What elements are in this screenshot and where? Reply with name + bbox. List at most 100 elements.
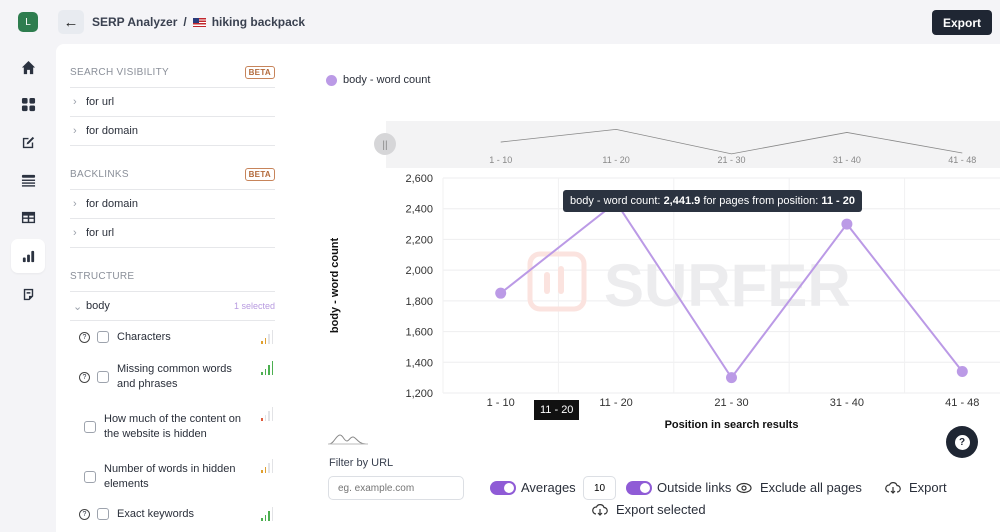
navigator-tick-label: 11 - 20 xyxy=(602,155,629,165)
filter-label: Filter by URL xyxy=(329,457,394,469)
x-tick-label: 41 - 48 xyxy=(945,397,979,409)
question-icon: ? xyxy=(954,434,970,450)
metric-label: Characters xyxy=(117,331,171,343)
navigator-tick-label: 31 - 40 xyxy=(833,155,861,165)
cloud-download-icon xyxy=(885,482,901,494)
rail-serp-analyzer[interactable] xyxy=(11,239,45,273)
chevron-right-icon: › xyxy=(73,227,77,239)
watermark-logo-bar xyxy=(544,272,550,294)
section-backlinks: BACKLINKS BETA xyxy=(70,160,275,190)
export-button[interactable]: Export xyxy=(932,10,992,35)
help-icon[interactable]: ? xyxy=(79,508,90,520)
metric-item[interactable]: ? Exact keywords xyxy=(70,501,275,527)
rail-table[interactable] xyxy=(11,200,45,234)
rail-notes[interactable] xyxy=(11,277,45,311)
metric-item[interactable]: Number of words in hidden elements xyxy=(70,453,275,501)
row-label: body xyxy=(86,300,110,312)
back-button[interactable]: ← xyxy=(58,10,84,34)
nav-rail: L xyxy=(0,0,56,532)
rail-list[interactable] xyxy=(11,163,45,197)
rail-dashboard[interactable] xyxy=(11,87,45,121)
top-bar: ← SERP Analyzer / hiking backpack Export xyxy=(56,0,1000,44)
navigator-tick-label: 41 - 48 xyxy=(948,155,976,165)
help-icon[interactable]: ? xyxy=(79,331,90,343)
y-tick-label: 2,400 xyxy=(405,204,433,216)
filter-url-input[interactable] xyxy=(328,476,464,500)
bar-chart-icon xyxy=(22,250,34,262)
y-tick-label: 1,200 xyxy=(405,388,433,400)
chevron-down-icon: ⌄ xyxy=(73,300,83,313)
breadcrumb-separator: / xyxy=(183,15,187,29)
outside-links-toggle[interactable] xyxy=(626,481,652,495)
x-axis-title: Position in search results xyxy=(665,419,799,431)
watermark-logo-bar xyxy=(558,266,564,294)
exclude-all-pages-button[interactable]: Exclude all pages xyxy=(760,480,862,495)
metric-checkbox[interactable] xyxy=(97,371,109,383)
x-axis-hover-label: 11 - 20 xyxy=(534,400,580,420)
tooltip-prefix: body - word count: xyxy=(570,195,661,207)
structure-group-body[interactable]: ⌄ body 1 selected xyxy=(70,292,275,321)
line-chart[interactable]: 1 - 1011 - 2021 - 3031 - 4041 - 48||||1,… xyxy=(308,44,1000,444)
x-tick-label: 1 - 10 xyxy=(487,397,515,409)
data-point[interactable] xyxy=(956,366,968,377)
metric-item[interactable]: ? Missing common words and phrases xyxy=(70,353,275,401)
table-icon xyxy=(21,211,35,223)
help-icon[interactable]: ? xyxy=(79,371,90,383)
tooltip-value: 2,441.9 xyxy=(663,195,701,207)
x-tick-label: 31 - 40 xyxy=(830,397,864,409)
rail-home[interactable] xyxy=(11,50,45,84)
data-point[interactable] xyxy=(841,218,853,230)
document-icon xyxy=(23,288,33,300)
averages-count-input[interactable] xyxy=(583,476,616,500)
data-point[interactable] xyxy=(726,372,737,384)
rail-editor[interactable] xyxy=(11,125,45,159)
help-button[interactable]: ? xyxy=(946,426,978,458)
account-avatar[interactable]: L xyxy=(18,12,38,32)
metric-label: Exact keywords xyxy=(117,508,195,520)
distribution-icon[interactable] xyxy=(328,432,368,446)
export-chart-button[interactable]: Export xyxy=(909,480,947,495)
edit-sparkle-icon xyxy=(22,136,34,148)
x-tick-label: 21 - 30 xyxy=(714,397,748,409)
y-tick-label: 1,800 xyxy=(405,296,433,308)
backlinks-for-domain[interactable]: › for domain xyxy=(70,190,275,219)
tooltip-middle: for pages from position: xyxy=(703,195,819,207)
backlinks-for-url[interactable]: › for url xyxy=(70,219,275,248)
home-icon xyxy=(21,60,35,74)
section-title: SEARCH VISIBILITY xyxy=(70,67,170,78)
strength-bars-icon xyxy=(261,459,273,473)
list-icon xyxy=(21,174,35,187)
section-search-visibility: SEARCH VISIBILITY BETA xyxy=(70,58,275,88)
row-label: for url xyxy=(86,227,115,239)
row-label: for domain xyxy=(86,198,138,210)
data-point[interactable] xyxy=(495,287,507,299)
metric-checkbox[interactable] xyxy=(84,471,96,483)
metric-checkbox[interactable] xyxy=(97,508,109,520)
averages-toggle[interactable] xyxy=(490,481,516,495)
metric-label: Number of words in hidden elements xyxy=(104,463,236,490)
grid-icon xyxy=(21,97,35,111)
metric-checkbox[interactable] xyxy=(97,331,109,343)
export-selected-button[interactable]: Export selected xyxy=(616,502,706,517)
strength-bars-icon xyxy=(261,507,273,521)
breadcrumb: SERP Analyzer / hiking backpack xyxy=(92,15,305,29)
y-tick-label: 2,200 xyxy=(405,234,433,246)
chevron-right-icon: › xyxy=(73,125,77,137)
row-label: for domain xyxy=(86,125,138,137)
metric-label: Missing common words and phrases xyxy=(117,363,232,390)
metric-item[interactable]: How much of the content on the website i… xyxy=(70,401,275,453)
handle-grip-icon: || xyxy=(382,140,387,151)
watermark-text: SURFER xyxy=(604,252,851,319)
breadcrumb-parent[interactable]: SERP Analyzer xyxy=(92,15,177,29)
chart-area: body - word count 1 - 10 11 - 20 21 - 30 31… xyxy=(308,44,1000,532)
strength-bars-icon xyxy=(261,407,273,421)
outside-links-label: Outside links xyxy=(657,480,732,495)
x-tick-label: 11 - 20 xyxy=(599,397,632,409)
y-axis-title: body - word count xyxy=(329,238,341,334)
navigator-tick-label: 21 - 30 xyxy=(717,155,745,165)
metric-item[interactable]: ? Characters xyxy=(70,321,275,353)
search-visibility-for-domain[interactable]: › for domain xyxy=(70,117,275,146)
chevron-right-icon: › xyxy=(73,198,77,210)
search-visibility-for-url[interactable]: › for url xyxy=(70,88,275,117)
metric-checkbox[interactable] xyxy=(84,421,96,433)
